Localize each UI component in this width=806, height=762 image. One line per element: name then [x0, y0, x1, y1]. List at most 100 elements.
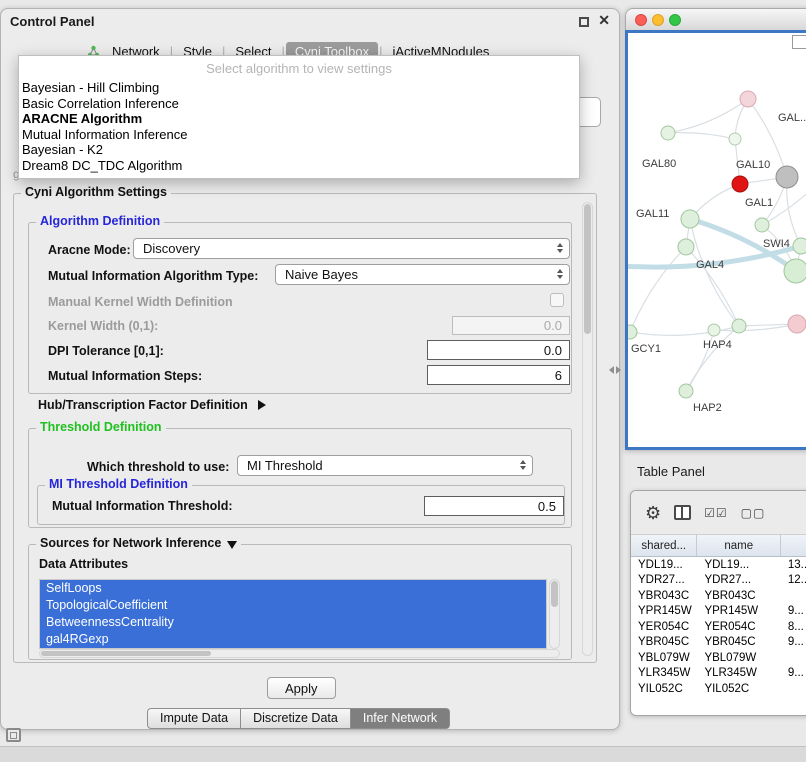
- node-label-hap2: HAP2: [693, 402, 722, 414]
- deselect-all-rows-icon[interactable]: ▢▢: [741, 507, 766, 519]
- algorithm-definition-group: Algorithm Definition Aracne Mode: Discov…: [28, 222, 572, 394]
- network-window-titlebar[interactable]: [625, 8, 806, 30]
- node-label-gal10: GAL10: [736, 159, 770, 171]
- table-cell: YBR043C: [697, 588, 780, 604]
- table-cell: YDR27...: [697, 573, 780, 589]
- settings-group-title: Cyni Algorithm Settings: [21, 185, 171, 199]
- minimize-traffic-light[interactable]: [652, 14, 664, 26]
- dpi-tolerance-field[interactable]: 0.0: [427, 340, 570, 360]
- algorithm-option-bayesian-hill-climbing[interactable]: Bayesian - Hill Climbing: [19, 80, 579, 96]
- table-row[interactable]: YLR345WYLR345W9...: [631, 666, 806, 682]
- aracne-mode-select[interactable]: Discovery: [133, 238, 570, 259]
- algorithm-dropdown-popup: Select algorithm to view settings Bayesi…: [18, 55, 580, 179]
- network-canvas[interactable]: GAL...GAL80GAL10GAL11GAL1SWI4GAL4GCY1HAP…: [628, 33, 806, 447]
- node-label-gal80: GAL80: [642, 158, 676, 170]
- node-label-gal11: GAL11: [636, 208, 669, 220]
- kernel-width-field[interactable]: 0.0: [452, 316, 570, 335]
- bottom-tab-discretize-data[interactable]: Discretize Data: [241, 708, 351, 729]
- algorithm-option-mutual-information-inference[interactable]: Mutual Information Inference: [19, 127, 579, 143]
- algorithm-option-bayesian-k2[interactable]: Bayesian - K2: [19, 142, 579, 158]
- attribute-item-selfloops[interactable]: SelfLoops: [40, 580, 546, 597]
- attributes-list-hscrollbar[interactable]: [39, 649, 560, 658]
- table-cell: YLR345W: [631, 666, 697, 682]
- algorithm-option-basic-correlation-inference[interactable]: Basic Correlation Inference: [19, 96, 579, 112]
- table-row[interactable]: YBL079WYBL079W: [631, 650, 806, 666]
- settings-scrollbar[interactable]: [582, 202, 593, 656]
- attribute-item-betweennesscentrality[interactable]: BetweennessCentrality: [40, 614, 546, 631]
- table-cell: 9...: [781, 666, 806, 682]
- network-node[interactable]: [661, 126, 675, 140]
- table-cell: [781, 588, 806, 604]
- gear-icon[interactable]: ⚙: [645, 504, 661, 522]
- table-panel-title: Table Panel: [637, 464, 705, 479]
- table-row[interactable]: YIL052CYIL052C: [631, 681, 806, 697]
- bottom-tab-impute-data[interactable]: Impute Data: [147, 708, 241, 729]
- node-label-hap4: HAP4: [703, 339, 732, 351]
- network-node[interactable]: [732, 176, 748, 192]
- stepper-arrows-icon: [520, 460, 526, 470]
- columns-icon[interactable]: [674, 505, 691, 520]
- network-node[interactable]: [755, 218, 769, 232]
- table-row[interactable]: YER054CYER054C8...: [631, 619, 806, 635]
- network-node[interactable]: [776, 166, 798, 188]
- attribute-item-topologicalcoefficient[interactable]: TopologicalCoefficient: [40, 597, 546, 614]
- table-cell: YBL079W: [631, 650, 697, 666]
- zoom-traffic-light[interactable]: [669, 14, 681, 26]
- apply-button[interactable]: Apply: [267, 677, 336, 699]
- column-header-1[interactable]: name: [697, 535, 781, 556]
- hide-panel-icon[interactable]: [6, 728, 21, 742]
- which-threshold-select[interactable]: MI Threshold: [237, 455, 533, 476]
- algorithm-option-aracne-algorithm[interactable]: ARACNE Algorithm: [19, 111, 579, 127]
- data-attributes-list[interactable]: SelfLoopsTopologicalCoefficientBetweenne…: [39, 579, 547, 649]
- mi-threshold-label: Mutual Information Threshold:: [52, 499, 233, 513]
- node-label-gcy1: GCY1: [631, 343, 661, 355]
- column-header-2[interactable]: [781, 535, 806, 556]
- table-cell: YBL079W: [697, 650, 780, 666]
- table-row[interactable]: YBR045CYBR045C9...: [631, 635, 806, 651]
- mi-steps-field[interactable]: 6: [427, 365, 570, 385]
- table-row[interactable]: YDR27...YDR27...12...: [631, 573, 806, 589]
- which-threshold-label: Which threshold to use:: [87, 460, 229, 474]
- network-node[interactable]: [793, 238, 806, 254]
- table-cell: YIL052C: [697, 681, 780, 697]
- network-edge[interactable]: [630, 247, 686, 332]
- table-row[interactable]: YDL19...YDL19...13...: [631, 557, 806, 573]
- attribute-item-gal4rgexp[interactable]: gal4RGexp: [40, 631, 546, 648]
- network-edge[interactable]: [668, 133, 735, 139]
- birdseye-view-box[interactable]: [792, 35, 806, 49]
- panel-splitter-handle[interactable]: [609, 366, 621, 374]
- close-traffic-light[interactable]: [635, 14, 647, 26]
- sources-group-title[interactable]: Sources for Network Inference: [36, 536, 241, 550]
- network-node[interactable]: [679, 384, 693, 398]
- network-node[interactable]: [708, 324, 720, 336]
- attributes-list-scrollbar[interactable]: [549, 579, 560, 649]
- bottom-tab-infer-network[interactable]: Infer Network: [351, 708, 450, 729]
- table-cell: 9...: [781, 604, 806, 620]
- manual-kernel-checkbox[interactable]: [550, 293, 564, 307]
- algorithm-option-dream8-dc-tdc-algorithm[interactable]: Dream8 DC_TDC Algorithm: [19, 158, 579, 174]
- network-node[interactable]: [732, 319, 746, 333]
- network-node[interactable]: [784, 259, 806, 283]
- table-cell: 12...: [781, 573, 806, 589]
- node-label-swi4: SWI4: [763, 238, 790, 250]
- select-all-rows-icon[interactable]: ☑☑: [704, 507, 728, 519]
- hub-definition-toggle[interactable]: Hub/Transcription Factor Definition: [38, 398, 266, 412]
- table-row[interactable]: YBR043CYBR043C: [631, 588, 806, 604]
- threshold-definition-title: Threshold Definition: [36, 420, 166, 434]
- mi-threshold-field[interactable]: 0.5: [424, 496, 564, 516]
- float-window-icon[interactable]: [579, 17, 589, 27]
- network-node[interactable]: [678, 239, 694, 255]
- mi-steps-label: Mutual Information Steps:: [48, 369, 202, 383]
- network-node[interactable]: [740, 91, 756, 107]
- column-header-0[interactable]: shared...: [631, 535, 697, 556]
- collapse-arrow-icon: [227, 541, 237, 549]
- network-node[interactable]: [729, 133, 741, 145]
- table-row[interactable]: YPR145WYPR145W9...: [631, 604, 806, 620]
- network-node[interactable]: [681, 210, 699, 228]
- manual-kernel-label: Manual Kernel Width Definition: [48, 295, 233, 309]
- stepper-arrows-icon: [557, 243, 563, 253]
- network-node[interactable]: [628, 325, 637, 339]
- network-node[interactable]: [788, 315, 806, 333]
- close-icon[interactable]: ✕: [598, 12, 610, 29]
- mi-type-select[interactable]: Naive Bayes: [275, 264, 570, 285]
